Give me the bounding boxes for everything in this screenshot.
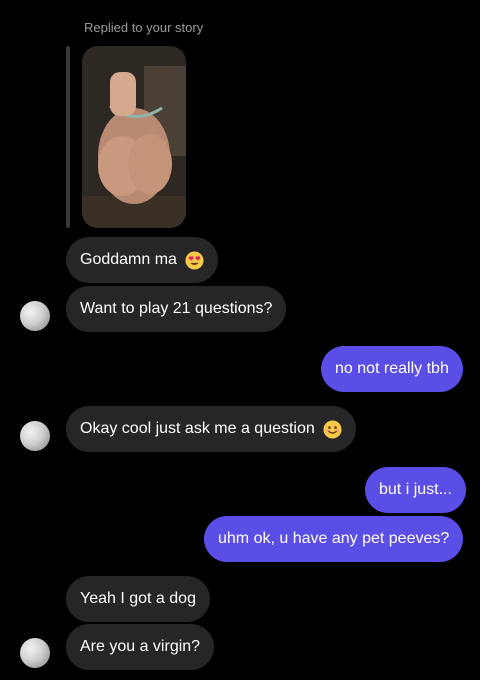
message-incoming: Goddamn ma <box>66 237 218 283</box>
message-text: Goddamn ma <box>80 251 177 268</box>
message-text: Yeah I got a dog <box>80 590 196 607</box>
avatar[interactable] <box>20 301 50 331</box>
message-outgoing: no not really tbh <box>321 346 463 392</box>
avatar[interactable] <box>20 421 50 451</box>
message-text: but i just... <box>379 481 452 498</box>
message-text: no not really tbh <box>335 360 449 377</box>
message-outgoing: uhm ok, u have any pet peeves? <box>204 516 464 562</box>
message-incoming: Okay cool just ask me a question <box>66 406 356 452</box>
reply-caption: Replied to your story <box>84 20 204 35</box>
message-text: Are you a virgin? <box>80 638 201 655</box>
message-incoming: Are you a virgin? <box>66 624 215 670</box>
message-text: uhm ok, u have any pet peeves? <box>218 530 450 547</box>
story-thumbnail[interactable] <box>82 46 186 228</box>
avatar[interactable] <box>20 638 50 668</box>
heart-eyes-emoji-icon <box>185 250 204 270</box>
message-incoming: Want to play 21 questions? <box>66 286 287 332</box>
message-text: Want to play 21 questions? <box>80 300 273 317</box>
smiling-emoji-icon <box>323 419 342 439</box>
message-incoming: Yeah I got a dog <box>66 576 210 622</box>
message-outgoing: but i just... <box>365 467 466 513</box>
message-text: Okay cool just ask me a question <box>80 420 315 437</box>
reply-quote-bar <box>66 46 70 228</box>
